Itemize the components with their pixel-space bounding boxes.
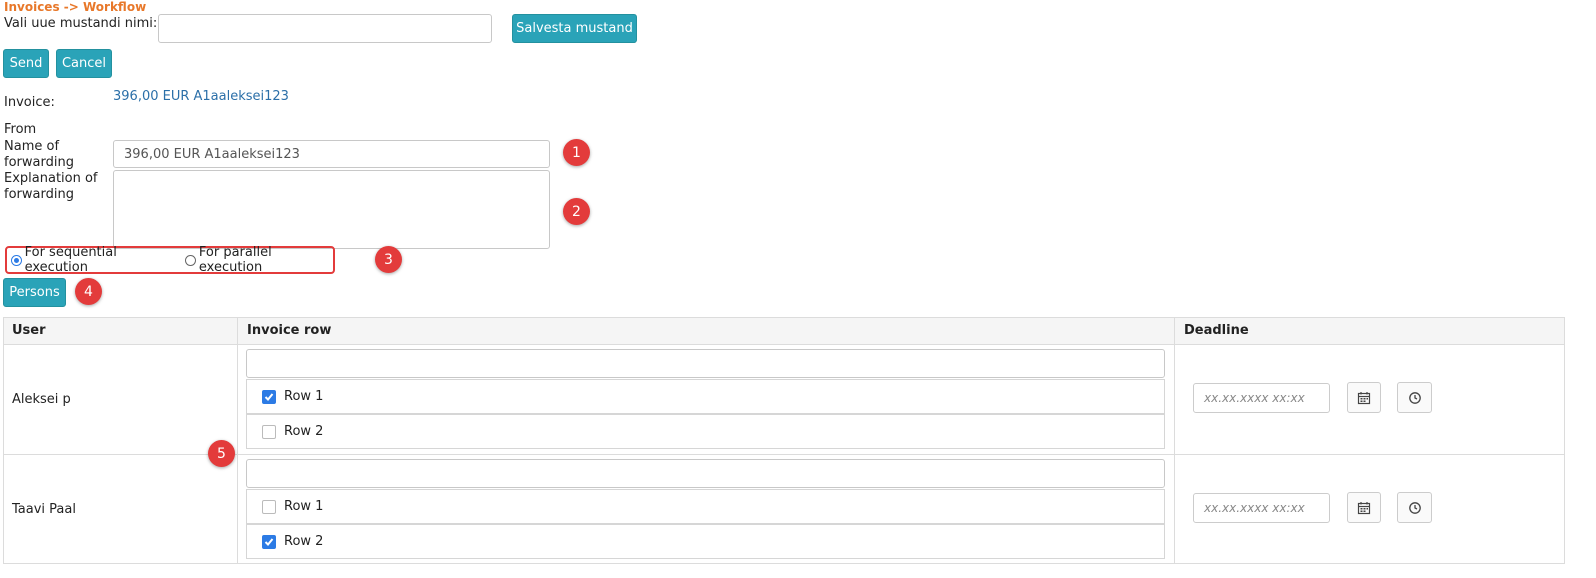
deadline-input[interactable]: xx.xx.xxxx xx:xx — [1193, 493, 1330, 523]
invoice-row-label: Row 2 — [284, 534, 324, 549]
invoice-link[interactable]: 396,00 EUR A1aaleksei123 — [113, 89, 289, 104]
send-button[interactable]: Send — [3, 49, 49, 78]
invoice-row-option[interactable]: Row 2 — [246, 524, 1165, 559]
sequential-radio[interactable] — [11, 254, 22, 266]
forward-name-input[interactable]: 396,00 EUR A1aaleksei123 — [113, 140, 550, 168]
time-button[interactable] — [1397, 492, 1432, 523]
clock-icon — [1408, 391, 1421, 404]
calendar-button[interactable] — [1347, 492, 1381, 523]
save-draft-button[interactable]: Salvesta mustand — [512, 14, 637, 43]
forward-name-label-line2: forwarding — [4, 155, 74, 170]
header-invoice-row[interactable]: Invoice row — [247, 323, 331, 338]
checkbox-checked[interactable] — [262, 389, 276, 404]
forward-expl-label-line2: forwarding — [4, 187, 74, 202]
invoice-row-option[interactable]: Row 2 — [246, 414, 1165, 449]
checkbox-unchecked[interactable] — [262, 499, 276, 514]
user-name: Aleksei p — [12, 392, 71, 407]
forward-expl-textarea[interactable] — [113, 170, 550, 249]
invoice-row-option[interactable]: Row 1 — [246, 489, 1165, 524]
calendar-icon — [1357, 391, 1371, 404]
callout-badge-3: 3 — [375, 246, 402, 273]
cancel-button[interactable]: Cancel — [56, 49, 112, 78]
callout-badge-5: 5 — [208, 440, 235, 467]
forward-name-label: Name of forwarding — [4, 139, 74, 171]
template-name-label: Vali uue mustandi nimi: — [4, 16, 158, 31]
from-label: From — [4, 122, 37, 137]
callout-badge-2: 2 — [563, 198, 590, 225]
callout-badge-4: 4 — [75, 278, 102, 305]
calendar-icon — [1357, 501, 1371, 514]
clock-icon — [1408, 501, 1421, 514]
check-icon — [264, 392, 274, 401]
invoice-row-label: Row 1 — [284, 389, 324, 404]
forward-expl-label-line1: Explanation of — [4, 171, 98, 186]
sequential-label[interactable]: For sequential execution — [25, 245, 178, 275]
invoice-row-label: Row 2 — [284, 424, 324, 439]
breadcrumb[interactable]: Invoices -> Workflow — [4, 0, 146, 14]
checkbox-unchecked[interactable] — [262, 424, 276, 439]
header-user[interactable]: User — [12, 323, 46, 338]
user-name: Taavi Paal — [12, 502, 76, 517]
checkbox-checked[interactable] — [262, 534, 276, 549]
callout-badge-1: 1 — [563, 139, 590, 166]
row-filter-input[interactable] — [246, 349, 1165, 378]
table-header — [4, 318, 1564, 344]
invoice-label: Invoice: — [4, 95, 55, 110]
check-icon — [264, 537, 274, 546]
parallel-label[interactable]: For parallel execution — [199, 245, 333, 275]
row-filter-input[interactable] — [246, 459, 1165, 488]
invoice-row-label: Row 1 — [284, 499, 324, 514]
template-name-input[interactable] — [158, 14, 492, 43]
forward-expl-label: Explanation of forwarding — [4, 171, 98, 203]
invoice-row-option[interactable]: Row 1 — [246, 379, 1165, 414]
header-deadline[interactable]: Deadline — [1184, 323, 1249, 338]
time-button[interactable] — [1397, 382, 1432, 413]
persons-button[interactable]: Persons — [3, 278, 66, 307]
forward-name-label-line1: Name of — [4, 139, 60, 154]
deadline-input[interactable]: xx.xx.xxxx xx:xx — [1193, 383, 1330, 413]
parallel-radio[interactable] — [185, 254, 196, 266]
execution-mode-group: For sequential execution For parallel ex… — [5, 245, 335, 275]
calendar-button[interactable] — [1347, 382, 1381, 413]
